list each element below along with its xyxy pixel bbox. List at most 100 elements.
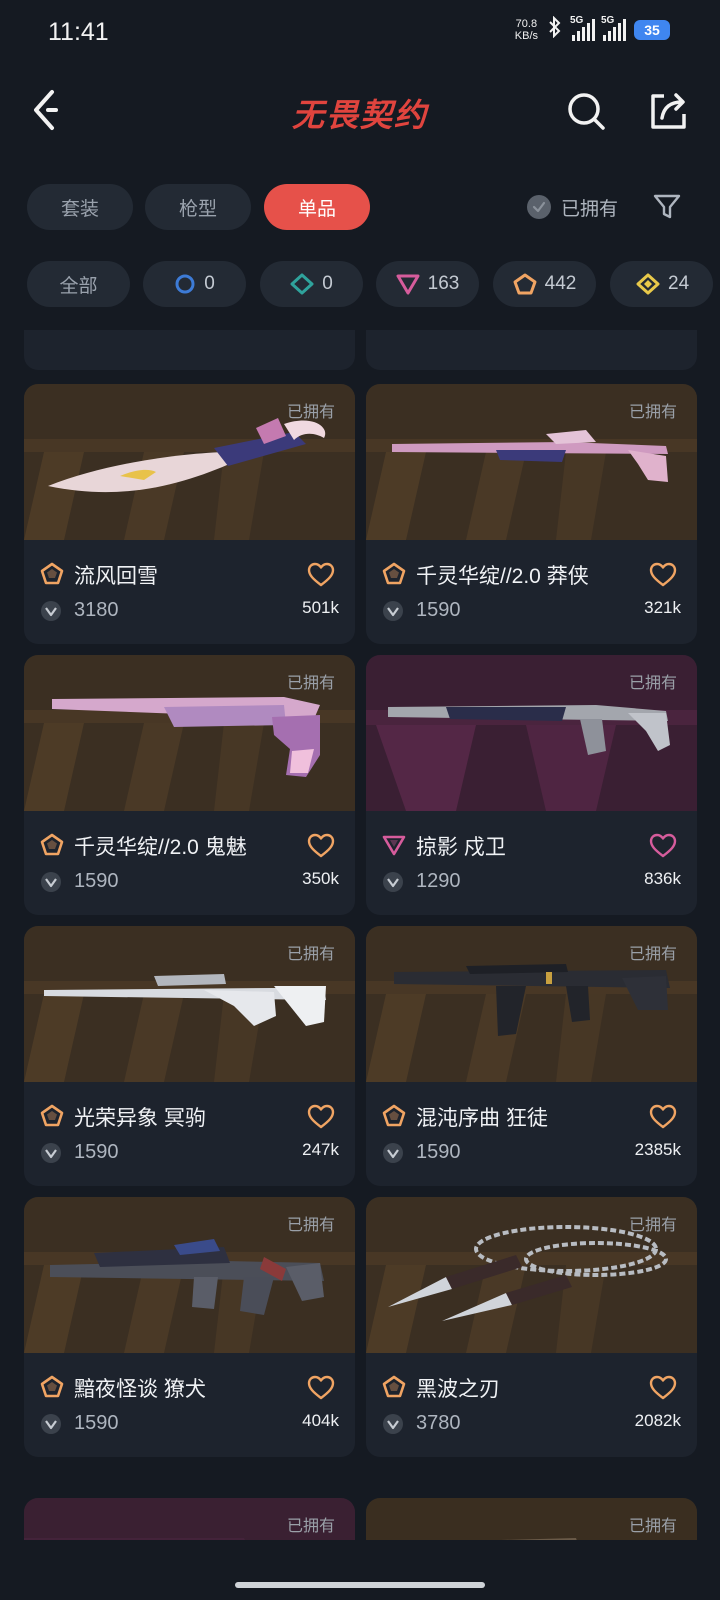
skin-name: 光荣异象 冥驹 bbox=[74, 1107, 206, 1130]
rarity-filter-premium[interactable]: 163 bbox=[376, 261, 479, 307]
skin-info: 黑波之刃 3780 2082k bbox=[366, 1353, 697, 1457]
skin-likes: 2385k bbox=[634, 1140, 681, 1159]
skin-price: 3180 bbox=[74, 599, 119, 621]
tab-gun-type[interactable]: 枪型 bbox=[145, 184, 251, 230]
skin-likes: 404k bbox=[302, 1411, 339, 1430]
skin-likes: 321k bbox=[644, 598, 681, 617]
rarity-filter-premium-count: 163 bbox=[427, 273, 460, 294]
rarity-filter-ultra[interactable]: 24 bbox=[610, 261, 713, 307]
rarity-filter-ultra-count: 24 bbox=[668, 273, 690, 294]
skin-info: 光荣异象 冥驹 1590 247k bbox=[24, 1082, 355, 1186]
favorite-heart-icon[interactable] bbox=[307, 1375, 335, 1401]
skin-card[interactable]: 已拥有 光荣异象 冥驹 1590 247k bbox=[24, 926, 355, 1186]
rarity-icon bbox=[382, 1104, 406, 1128]
skin-likes: 2082k bbox=[634, 1411, 681, 1430]
owned-tag: 已拥有 bbox=[628, 1518, 677, 1535]
category-tabs: 套装 枪型 单品 已拥有 bbox=[27, 184, 697, 230]
skin-name: 掠影 戍卫 bbox=[416, 836, 506, 859]
skin-card-partial[interactable]: 已拥有 bbox=[366, 1498, 697, 1540]
skin-name: 黑波之刃 bbox=[416, 1378, 500, 1401]
owned-tag: 已拥有 bbox=[286, 1217, 335, 1234]
status-time: 11:41 bbox=[48, 18, 109, 46]
skin-card[interactable]: 已拥有 混沌序曲 狂徒 1590 2385k bbox=[366, 926, 697, 1186]
signal-2-label: 5G bbox=[601, 14, 615, 26]
skin-price: 3780 bbox=[416, 1412, 461, 1434]
signal-icon-1: 5G bbox=[570, 15, 595, 41]
vp-icon bbox=[382, 871, 404, 893]
favorite-heart-icon[interactable] bbox=[649, 833, 677, 859]
vp-icon bbox=[382, 1413, 404, 1435]
share-button[interactable] bbox=[648, 90, 690, 132]
check-circle-icon bbox=[527, 195, 551, 219]
skin-likes: 836k bbox=[644, 869, 681, 888]
owned-tag: 已拥有 bbox=[286, 675, 335, 692]
network-speed-unit: KB/s bbox=[514, 29, 538, 42]
rarity-icon bbox=[40, 562, 64, 586]
rarity-filter-all-label: 全部 bbox=[59, 275, 98, 297]
rarity-icon bbox=[40, 1104, 64, 1128]
rarity-icon bbox=[382, 833, 406, 857]
owned-tag: 已拥有 bbox=[628, 404, 677, 421]
deluxe-rarity-icon bbox=[290, 273, 314, 295]
owned-tag: 已拥有 bbox=[286, 404, 335, 421]
status-bar: 11:41 70.8 KB/s 5G 5G 35 bbox=[0, 0, 720, 66]
skin-price: 1590 bbox=[416, 599, 461, 621]
rarity-filter-deluxe[interactable]: 0 bbox=[260, 261, 363, 307]
rarity-filter-select-count: 0 bbox=[204, 273, 215, 294]
skin-name: 千灵华绽//2.0 鬼魅 bbox=[74, 836, 247, 859]
owned-filter-toggle[interactable]: 已拥有 bbox=[527, 184, 618, 230]
vp-icon bbox=[40, 1413, 62, 1435]
page-title: 无畏契约 bbox=[291, 97, 428, 133]
share-icon bbox=[651, 93, 686, 129]
tab-single-item[interactable]: 单品 bbox=[264, 184, 370, 230]
skin-info: 千灵华绽//2.0 鬼魅 1590 350k bbox=[24, 811, 355, 915]
rarity-filter-row: 全部 0 0 163 442 24 bbox=[27, 261, 720, 307]
vp-icon bbox=[40, 1142, 62, 1164]
favorite-heart-icon[interactable] bbox=[307, 562, 335, 588]
skin-likes: 350k bbox=[302, 869, 339, 888]
select-rarity-icon bbox=[175, 274, 195, 294]
search-button[interactable] bbox=[565, 90, 607, 132]
app-header: 无畏契约 bbox=[0, 66, 720, 156]
tab-suit[interactable]: 套装 bbox=[27, 184, 133, 230]
skin-card[interactable]: 已拥有黑波之刃 3780 2082k bbox=[366, 1197, 697, 1457]
status-icons: 70.8 KB/s 5G 5G 35 bbox=[514, 15, 670, 43]
skin-info: 掠影 戍卫 1290 836k bbox=[366, 811, 697, 915]
skin-name: 流风回雪 bbox=[74, 565, 158, 588]
rarity-filter-exclusive[interactable]: 442 bbox=[493, 261, 596, 307]
favorite-heart-icon[interactable] bbox=[649, 1375, 677, 1401]
skin-likes: 501k bbox=[302, 598, 339, 617]
rarity-filter-select[interactable]: 0 bbox=[143, 261, 246, 307]
skin-card-partial[interactable]: 1590 355k bbox=[366, 330, 697, 370]
rarity-filter-all[interactable]: 全部 bbox=[27, 261, 130, 307]
skin-card[interactable]: 已拥有 千灵华绽//2.0 莽侠 1590 321k bbox=[366, 384, 697, 644]
skin-grid[interactable]: 1590 537k 1590 355k 已拥有流风回雪3180501k已拥有千灵… bbox=[0, 330, 720, 1540]
skin-card[interactable]: 已拥有流风回雪 3180 501k bbox=[24, 384, 355, 644]
owned-tag: 已拥有 bbox=[628, 1217, 677, 1234]
skin-price: 1590 bbox=[74, 1412, 119, 1434]
vp-icon bbox=[40, 600, 62, 622]
skin-card[interactable]: 已拥有千灵华绽//2.0 鬼魅 1590 350k bbox=[24, 655, 355, 915]
vp-icon bbox=[382, 600, 404, 622]
rarity-icon bbox=[382, 1375, 406, 1399]
exclusive-rarity-icon bbox=[513, 273, 537, 295]
favorite-heart-icon[interactable] bbox=[307, 833, 335, 859]
skin-card[interactable]: 已拥有 黯夜怪谈 獠犬 1590 404k bbox=[24, 1197, 355, 1457]
skin-price: 1290 bbox=[416, 870, 461, 892]
filter-button[interactable] bbox=[652, 192, 682, 222]
skin-price: 1590 bbox=[74, 1141, 119, 1163]
skin-info: 黯夜怪谈 獠犬 1590 404k bbox=[24, 1353, 355, 1457]
rarity-icon bbox=[40, 1375, 64, 1399]
signal-icon-2: 5G bbox=[601, 15, 626, 41]
home-indicator[interactable] bbox=[235, 1582, 485, 1588]
skin-card-partial[interactable]: 已拥有 bbox=[24, 1498, 355, 1540]
owned-tag: 已拥有 bbox=[286, 946, 335, 963]
favorite-heart-icon[interactable] bbox=[307, 1104, 335, 1130]
skin-price: 1590 bbox=[74, 870, 119, 892]
favorite-heart-icon[interactable] bbox=[649, 1104, 677, 1130]
favorite-heart-icon[interactable] bbox=[649, 562, 677, 588]
premium-rarity-icon bbox=[396, 274, 420, 295]
skin-card-partial[interactable]: 1590 537k bbox=[24, 330, 355, 370]
skin-card[interactable]: 已拥有 掠影 戍卫 1290 836k bbox=[366, 655, 697, 915]
skin-info: 千灵华绽//2.0 莽侠 1590 321k bbox=[366, 540, 697, 644]
